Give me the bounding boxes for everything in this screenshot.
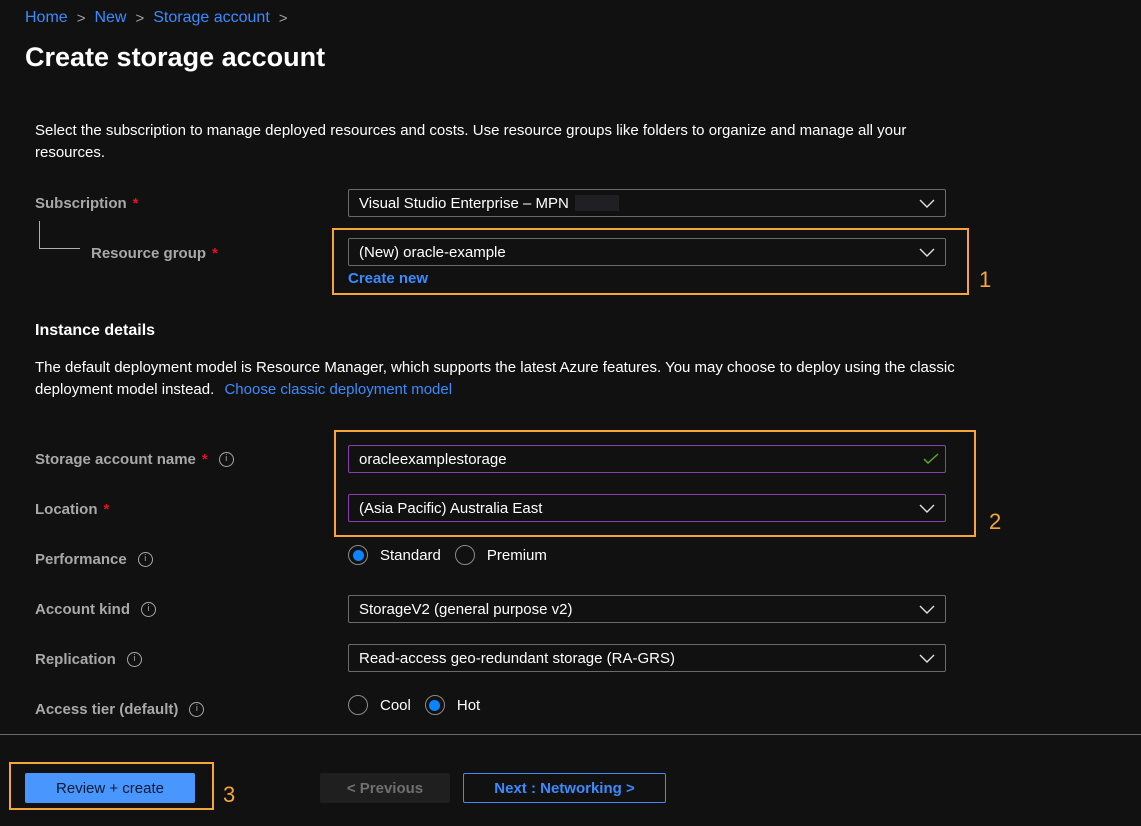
redacted-block [574, 195, 619, 211]
footer-divider [0, 734, 1141, 735]
replication-label: Replication i [35, 648, 142, 670]
page-title: Create storage account [25, 42, 326, 72]
performance-label: Performance i [35, 548, 153, 570]
access-tier-label: Access tier (default) i [35, 698, 205, 720]
account-kind-dropdown[interactable]: StorageV2 (general purpose v2) [348, 595, 946, 623]
subscription-label-text: Subscription [35, 194, 127, 212]
callout-3: 3 [223, 782, 236, 807]
replication-label-text: Replication [35, 650, 116, 668]
chevron-down-icon [919, 199, 935, 208]
instance-details-description-text: The default deployment model is Resource… [35, 359, 955, 398]
access-tier-label-text: Access tier (default) [35, 700, 179, 718]
chevron-right-icon: > [135, 9, 145, 27]
replication-dropdown[interactable]: Read-access geo-redundant storage (RA-GR… [348, 644, 946, 672]
tree-connector-horizontal [39, 248, 80, 249]
access-tier-cool-label[interactable]: Cool [380, 697, 411, 714]
location-label-text: Location [35, 500, 98, 518]
breadcrumb: Home > New > Storage account > [25, 9, 297, 27]
instance-details-heading: Instance details [35, 322, 156, 339]
radio-selected-dot [429, 699, 441, 711]
highlight-box-1 [332, 228, 969, 295]
chevron-right-icon: > [76, 9, 86, 27]
next-networking-button[interactable]: Next : Networking > [463, 773, 666, 803]
instance-details-description: The default deployment model is Resource… [35, 357, 965, 401]
required-asterisk: * [212, 244, 218, 262]
info-icon[interactable]: i [141, 601, 157, 617]
required-asterisk: * [103, 500, 110, 518]
access-tier-radio-group: Cool Hot [348, 695, 494, 715]
account-kind-value: StorageV2 (general purpose v2) [359, 600, 573, 618]
access-tier-cool-radio[interactable] [348, 695, 368, 715]
info-icon[interactable]: i [218, 451, 234, 467]
storage-account-name-label: Storage account name * i [35, 448, 234, 470]
project-details-description: Select the subscription to manage deploy… [35, 122, 907, 161]
performance-label-text: Performance [35, 550, 127, 568]
breadcrumb-storage-account[interactable]: Storage account [153, 9, 270, 27]
resource-group-label: Resource group * [91, 242, 218, 264]
radio-selected-dot [352, 549, 364, 561]
access-tier-hot-radio[interactable] [424, 695, 445, 715]
performance-standard-radio[interactable] [348, 545, 368, 565]
callout-1: 1 [979, 267, 992, 292]
chevron-right-icon: > [278, 9, 288, 27]
create-storage-account-page: Home > New > Storage account > Create st… [0, 0, 1141, 826]
replication-value: Read-access geo-redundant storage (RA-GR… [359, 649, 675, 667]
subscription-dropdown[interactable]: Visual Studio Enterprise – MPN [348, 189, 946, 217]
info-icon[interactable]: i [137, 551, 153, 567]
performance-premium-radio[interactable] [454, 545, 475, 565]
account-kind-label-text: Account kind [35, 600, 131, 618]
storage-account-name-label-text: Storage account name [35, 450, 196, 468]
performance-radio-group: Standard Premium [348, 545, 561, 565]
breadcrumb-new[interactable]: New [94, 9, 126, 27]
location-label: Location * [35, 498, 109, 520]
performance-standard-label[interactable]: Standard [380, 547, 441, 564]
resource-group-label-text: Resource group [91, 244, 207, 262]
choose-classic-deployment-link[interactable]: Choose classic deployment model [224, 381, 452, 398]
subscription-value: Visual Studio Enterprise – MPN [359, 194, 569, 212]
required-asterisk: * [132, 194, 139, 212]
access-tier-hot-label[interactable]: Hot [457, 697, 480, 714]
highlight-box-2 [334, 430, 976, 537]
account-kind-label: Account kind i [35, 598, 157, 620]
info-icon[interactable]: i [126, 651, 142, 667]
highlight-box-3 [9, 762, 214, 810]
info-icon[interactable]: i [189, 701, 205, 717]
chevron-down-icon [919, 605, 935, 614]
previous-button[interactable]: < Previous [320, 773, 450, 803]
required-asterisk: * [201, 450, 208, 468]
callout-2: 2 [989, 509, 1002, 534]
breadcrumb-home[interactable]: Home [25, 9, 68, 27]
chevron-down-icon [919, 654, 935, 663]
subscription-label: Subscription * [35, 192, 139, 214]
performance-premium-label[interactable]: Premium [487, 547, 547, 564]
tree-connector-vertical [39, 221, 40, 249]
